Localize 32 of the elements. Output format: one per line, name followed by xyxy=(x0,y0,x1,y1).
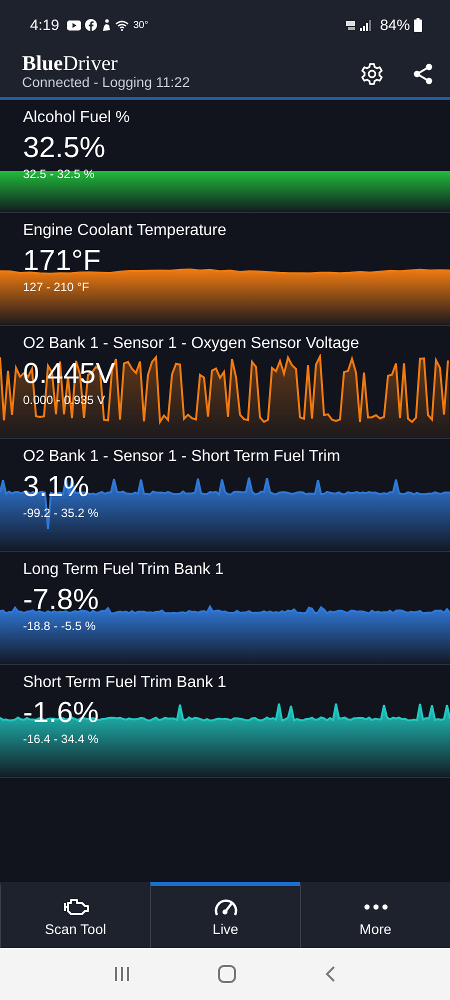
social-icon xyxy=(85,19,98,31)
sensor-value: 171°F xyxy=(23,244,101,279)
signal-icon xyxy=(360,20,372,30)
battery-icon xyxy=(414,18,422,32)
share-icon[interactable] xyxy=(412,62,434,84)
clock-time: 4:19 xyxy=(30,16,60,34)
temperature-text: 30° xyxy=(133,20,148,30)
value-range: -16.4 - 34.4 % xyxy=(23,731,98,747)
sensor-name: Long Term Fuel Trim Bank 1 xyxy=(23,560,224,580)
gauge-icon xyxy=(212,897,238,917)
connection-status: Connected - Logging 11:22 xyxy=(22,74,191,90)
back-icon[interactable] xyxy=(323,965,337,983)
battery-percent: 84% xyxy=(380,16,410,34)
value-range: 32.5 - 32.5 % xyxy=(23,166,94,182)
sensor-value: 32.5% xyxy=(23,131,106,166)
engine-icon xyxy=(62,897,90,917)
sensor-name: O2 Bank 1 - Sensor 1 - Oxygen Sensor Voltage xyxy=(23,334,360,354)
sensor-name: Engine Coolant Temperature xyxy=(23,221,226,241)
app-logo: BlueDriver xyxy=(22,52,119,74)
value-range: -99.2 - 35.2 % xyxy=(23,505,98,521)
value-range: -18.8 - -5.5 % xyxy=(23,618,96,634)
sensor-value: -7.8% xyxy=(23,583,99,618)
sensor-name: Alcohol Fuel % xyxy=(23,108,130,128)
wifi-icon xyxy=(115,20,130,30)
figure-icon xyxy=(101,19,112,31)
recent-apps-icon[interactable] xyxy=(113,966,131,982)
sensor-name: O2 Bank 1 - Sensor 1 - Short Term Fuel Trim xyxy=(23,447,340,467)
value-range: 127 - 210 °F xyxy=(23,279,90,295)
video-icon xyxy=(67,20,82,30)
home-icon[interactable] xyxy=(217,964,237,984)
sensor-name: Short Term Fuel Trim Bank 1 xyxy=(23,673,226,693)
settings-icon[interactable] xyxy=(360,62,384,86)
